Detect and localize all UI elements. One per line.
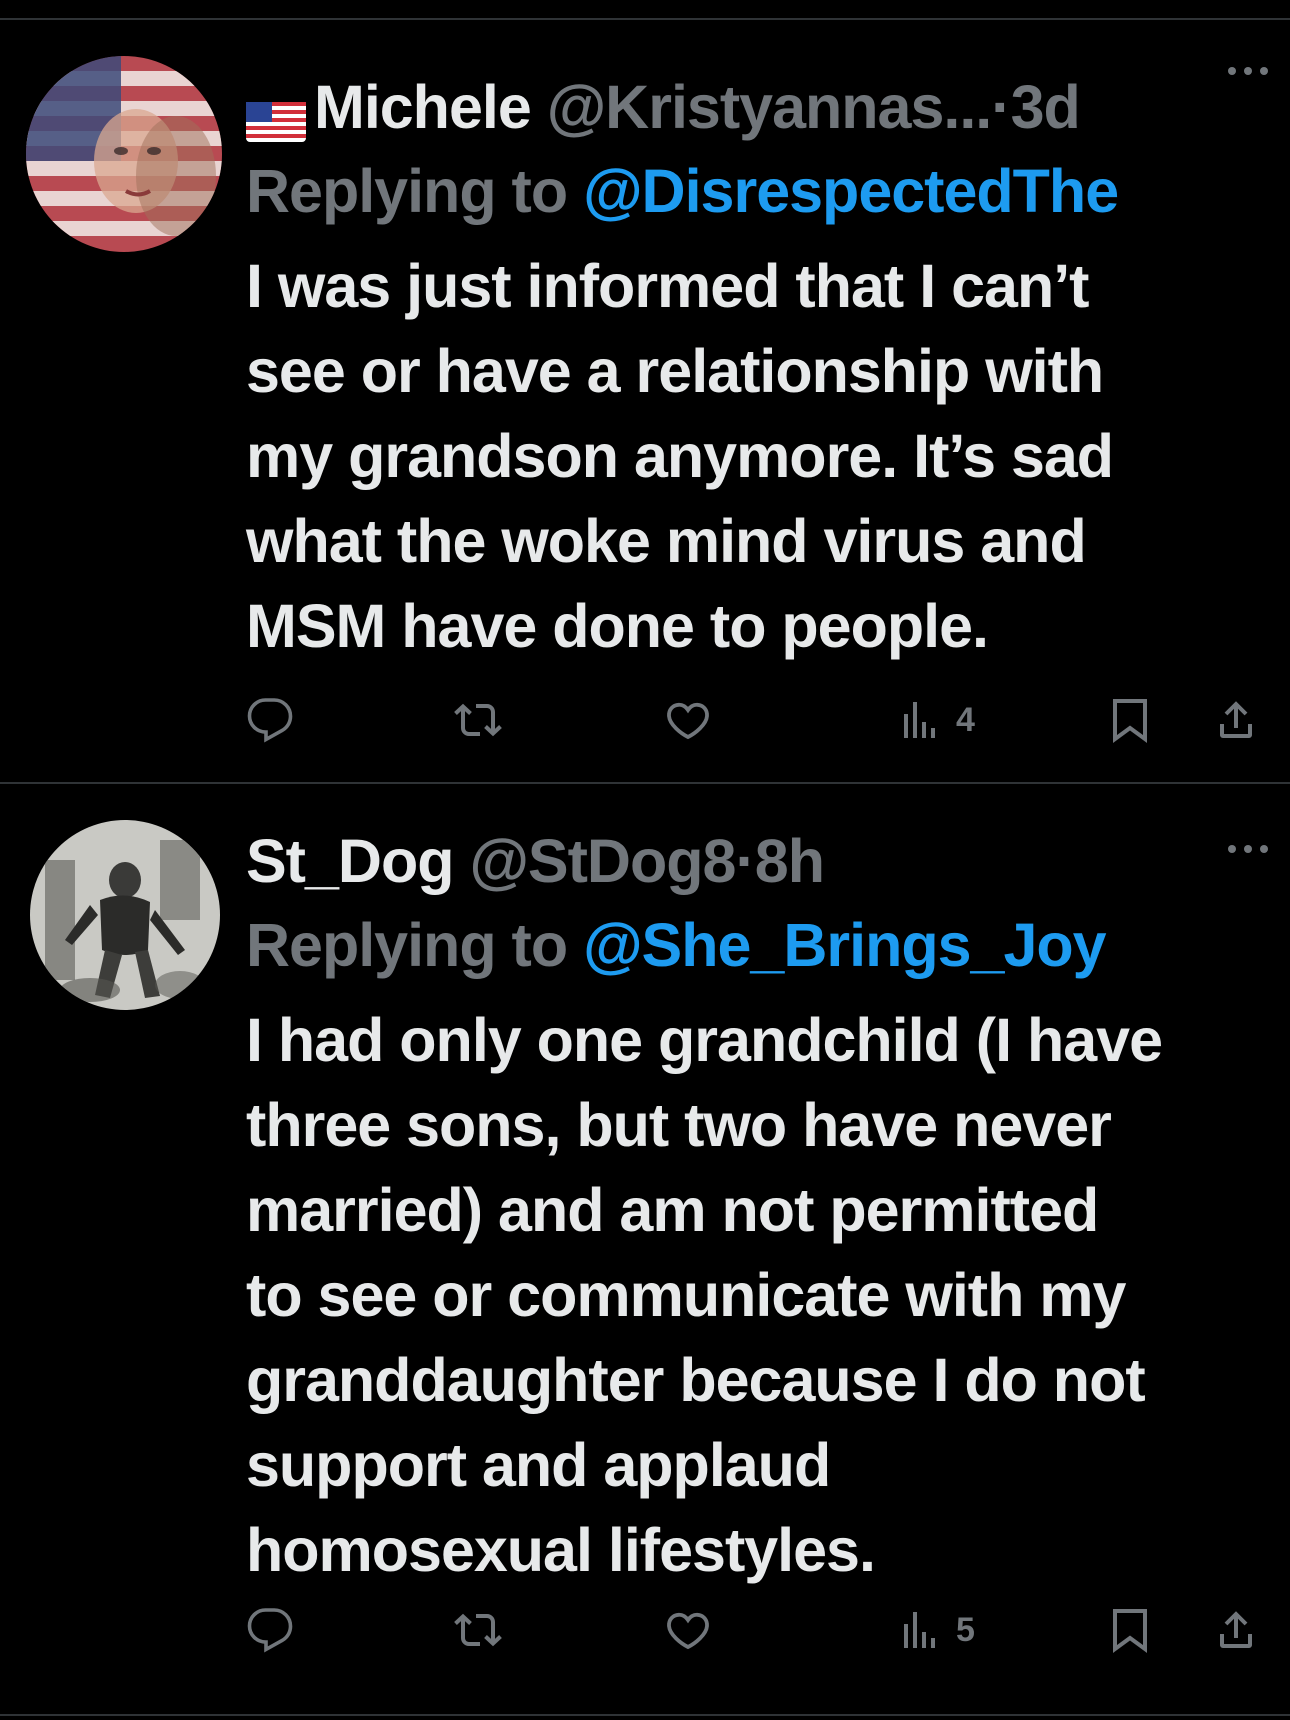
- views-button[interactable]: 5: [894, 1600, 975, 1660]
- tweet-text: I had only one grandchild (I have three …: [246, 998, 1260, 1593]
- display-name[interactable]: St_Dog: [246, 827, 454, 895]
- tweet-text-line: granddaughter because I do not: [246, 1346, 1146, 1414]
- display-name[interactable]: Michele: [314, 73, 532, 141]
- tweet-2[interactable]: St_Dog @StDog8·8h Replying to @She_Bring…: [0, 784, 1290, 1714]
- more-options-icon[interactable]: [1226, 842, 1270, 861]
- share-icon: [1220, 1611, 1252, 1648]
- more-options-icon[interactable]: [1226, 64, 1270, 83]
- views-button[interactable]: 4: [894, 690, 975, 750]
- tweet-header: Michele @Kristyannas...·3d: [246, 72, 1260, 142]
- views-count: 4: [956, 700, 975, 739]
- tweet-text-line: I had only one grandchild (I have: [246, 1006, 1163, 1074]
- tweet-text-line: homosexual lifestyles.: [246, 1516, 876, 1584]
- tweet-text-line: what the woke mind virus and: [246, 507, 1087, 575]
- heart-icon: [667, 702, 709, 740]
- reply-button[interactable]: [246, 1600, 294, 1660]
- repost-icon: [454, 703, 502, 737]
- user-handle[interactable]: @Kristyannas...: [547, 73, 993, 141]
- bottom-divider: [0, 1714, 1290, 1716]
- replying-label: Replying to: [246, 911, 568, 979]
- tweet-text-line: my grandson anymore. It’s sad: [246, 422, 1114, 490]
- share-button[interactable]: [1212, 690, 1260, 750]
- reply-icon: [247, 1608, 293, 1653]
- reply-icon: [247, 698, 293, 743]
- tweet-text-line: married) and am not permitted: [246, 1176, 1099, 1244]
- avatar[interactable]: [26, 56, 222, 252]
- action-bar: 4: [246, 690, 1266, 750]
- heart-icon: [667, 1612, 709, 1650]
- views-icon: [904, 1612, 935, 1648]
- separator: ·: [991, 73, 1011, 141]
- reply-button[interactable]: [246, 690, 294, 750]
- tweet-1[interactable]: Michele @Kristyannas...·3d Replying to @…: [0, 20, 1290, 780]
- separator: ·: [735, 827, 755, 895]
- repost-button[interactable]: [454, 690, 502, 750]
- action-bar: 5: [246, 1600, 1266, 1660]
- bookmark-button[interactable]: [1106, 1600, 1154, 1660]
- repost-button[interactable]: [454, 1600, 502, 1660]
- replying-to: Replying to @She_Brings_Joy: [246, 910, 1260, 980]
- share-button[interactable]: [1212, 1600, 1260, 1660]
- user-handle[interactable]: @StDog8: [469, 827, 736, 895]
- share-icon: [1220, 701, 1252, 738]
- replying-label: Replying to: [246, 157, 568, 225]
- bookmark-button[interactable]: [1106, 690, 1154, 750]
- views-count: 5: [956, 1610, 975, 1649]
- bookmark-icon: [1113, 1609, 1147, 1653]
- tweet-text-line: support and applaud: [246, 1431, 831, 1499]
- repost-icon: [454, 1613, 502, 1647]
- views-icon: [904, 702, 935, 738]
- us-flag-icon: [246, 86, 306, 142]
- replying-to: Replying to @DisrespectedThe: [246, 156, 1260, 226]
- tweet-text-line: see or have a relationship with: [246, 337, 1104, 405]
- bookmark-icon: [1113, 699, 1147, 743]
- tweet-text: I was just informed that I can’t see or …: [246, 244, 1260, 669]
- avatar[interactable]: [30, 820, 220, 1010]
- tweet-text-line: three sons, but two have never: [246, 1091, 1112, 1159]
- like-button[interactable]: [664, 1600, 712, 1660]
- timestamp[interactable]: 3d: [1011, 73, 1081, 141]
- tweet-header: St_Dog @StDog8·8h: [246, 826, 1260, 896]
- like-button[interactable]: [664, 690, 712, 750]
- timestamp[interactable]: 8h: [755, 827, 825, 895]
- tweet-text-line: MSM have done to people.: [246, 592, 989, 660]
- replying-mention-link[interactable]: @She_Brings_Joy: [583, 911, 1107, 979]
- tweet-text-line: to see or communicate with my: [246, 1261, 1126, 1329]
- replying-mention-link[interactable]: @DisrespectedThe: [583, 157, 1119, 225]
- tweet-text-line: I was just informed that I can’t: [246, 252, 1089, 320]
